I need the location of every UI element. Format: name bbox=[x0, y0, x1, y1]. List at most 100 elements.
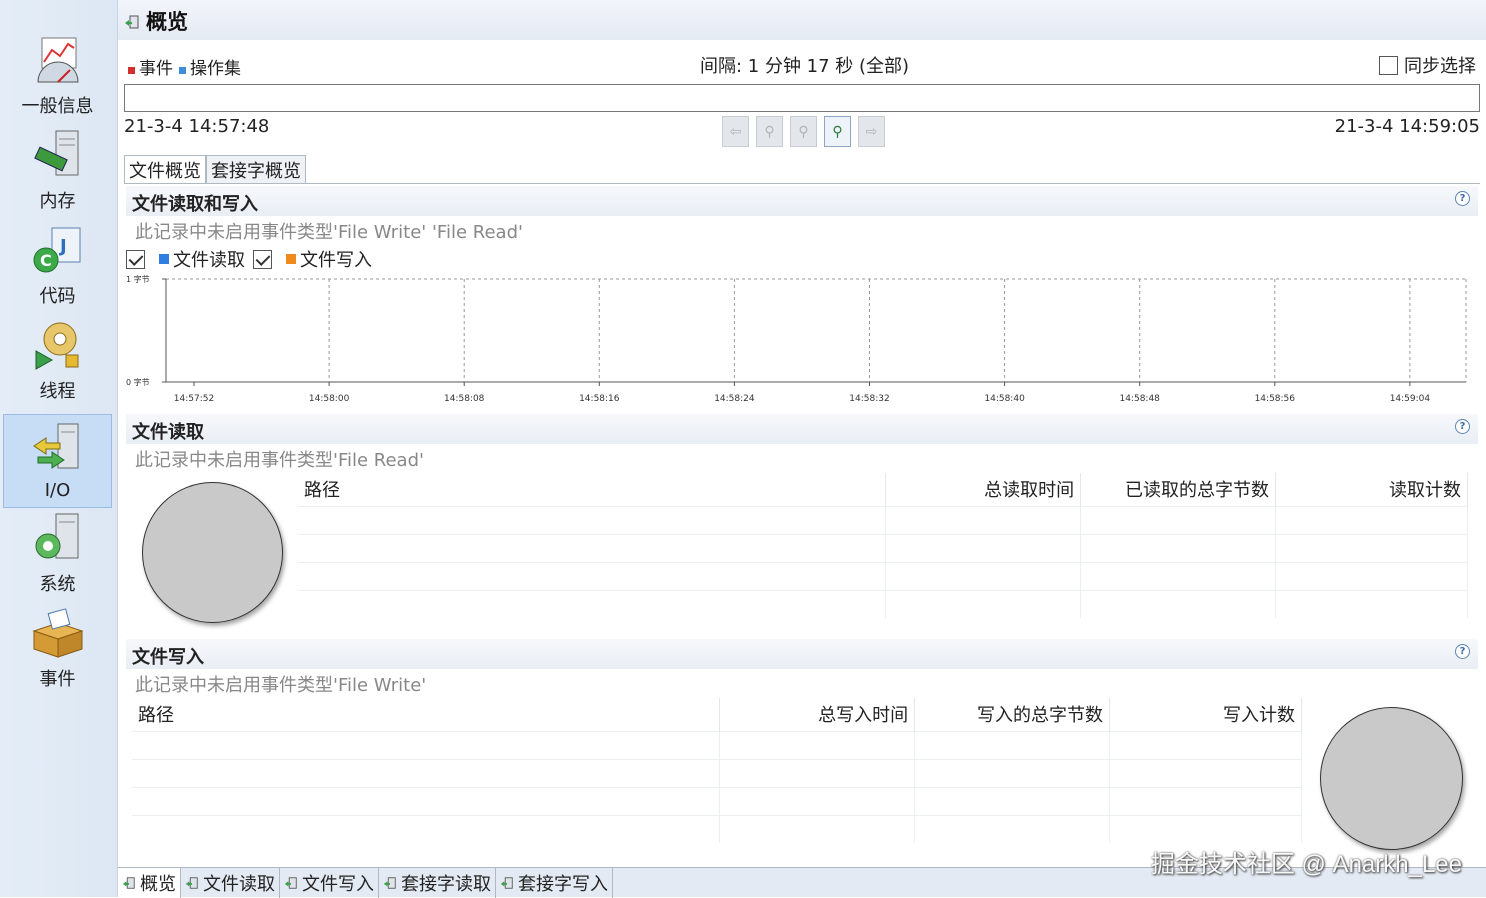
tab-label: 套接字读取 bbox=[401, 874, 491, 895]
range-end-time: 21-3-4 14:59:05 bbox=[1334, 116, 1480, 137]
svg-text:J: J bbox=[58, 236, 67, 257]
column-total-read-time[interactable]: 总读取时间 bbox=[885, 473, 1082, 506]
help-icon[interactable]: ? bbox=[1455, 644, 1470, 659]
dashboard-chart-icon bbox=[36, 37, 79, 83]
sidebar-item-label: 代码 bbox=[39, 286, 76, 307]
file-write-table: 路径 总写入时间 写入的总字节数 写入计数 bbox=[132, 698, 1302, 843]
page-title: 概览 bbox=[146, 10, 188, 34]
legend-operation-set: 操作集 bbox=[179, 54, 241, 79]
help-icon[interactable]: ? bbox=[1455, 191, 1470, 206]
help-icon[interactable]: ? bbox=[1455, 419, 1470, 434]
file-read-legend-label: 文件读取 bbox=[173, 250, 245, 271]
file-read-write-section: 文件读取和写入 ? 此记录中未启用事件类型'File Write' 'File … bbox=[126, 186, 1478, 246]
events-box-icon bbox=[31, 608, 84, 658]
section-subtitle: 此记录中未启用事件类型'File Write' 'File Read' bbox=[135, 222, 523, 243]
scroll-left-button[interactable]: ⇦ bbox=[722, 116, 749, 147]
x-tick-label: 14:58:16 bbox=[579, 394, 620, 404]
y-tick-label: 1 字节 bbox=[126, 274, 150, 284]
file-read-section: 文件读取 ? 此记录中未启用事件类型'File Read' bbox=[126, 414, 1478, 474]
sidebar-item-label: 线程 bbox=[39, 381, 76, 402]
table-row bbox=[298, 533, 1468, 562]
column-total-write-time[interactable]: 总写入时间 bbox=[719, 698, 916, 731]
checkbox-box[interactable] bbox=[1379, 55, 1398, 75]
tab-socket-overview[interactable]: 套接字概览 bbox=[206, 155, 306, 183]
memory-server-icon bbox=[33, 130, 78, 176]
section-title: 文件读取 bbox=[132, 422, 204, 443]
table-header-row: 路径 总写入时间 写入的总字节数 写入计数 bbox=[132, 698, 1302, 731]
bottom-tab-socket-write[interactable]: 套接字写入 bbox=[496, 868, 613, 898]
file-write-checkbox[interactable] bbox=[253, 249, 272, 269]
sidebar-item-label: I/O bbox=[44, 480, 71, 501]
section-header: 文件读取 ? bbox=[126, 414, 1478, 444]
events-color-swatch bbox=[128, 67, 135, 74]
y-tick-label: 0 字节 bbox=[126, 377, 150, 387]
sidebar-item-events[interactable]: 事件 bbox=[3, 603, 112, 697]
zoom-reset-button[interactable]: ⚲ bbox=[790, 116, 817, 147]
svg-text:C: C bbox=[40, 251, 52, 270]
zoom-in-icon: ⚲ bbox=[832, 123, 843, 140]
x-tick-label: 14:58:00 bbox=[309, 394, 350, 404]
sidebar-item-memory[interactable]: 内存 bbox=[3, 125, 112, 219]
overview-page-icon bbox=[125, 15, 139, 29]
column-total-bytes-written[interactable]: 写入的总字节数 bbox=[914, 698, 1111, 731]
table-row bbox=[298, 589, 1468, 618]
column-path[interactable]: 路径 bbox=[132, 698, 721, 731]
tab-label: 文件读取 bbox=[203, 874, 275, 895]
timeline-range-bar[interactable] bbox=[124, 84, 1480, 112]
sidebar-item-label: 系统 bbox=[39, 574, 76, 595]
column-write-count[interactable]: 写入计数 bbox=[1109, 698, 1302, 731]
range-nav-toolbar: ⇦ ⚲ ⚲ ⚲ ⇨ bbox=[722, 116, 885, 147]
socket-write-page-icon bbox=[500, 877, 513, 889]
sidebar-item-general[interactable]: 一般信息 bbox=[3, 30, 112, 124]
section-subtitle: 此记录中未启用事件类型'File Write' bbox=[135, 675, 427, 696]
sidebar-item-label: 一般信息 bbox=[21, 96, 94, 117]
zoom-out-button[interactable]: ⚲ bbox=[756, 116, 783, 147]
sidebar-item-label: 事件 bbox=[39, 669, 76, 690]
section-subtitle: 此记录中未启用事件类型'File Read' bbox=[135, 450, 424, 471]
column-path[interactable]: 路径 bbox=[298, 473, 887, 506]
arrow-right-icon: ⇨ bbox=[865, 123, 878, 140]
table-row bbox=[298, 505, 1468, 534]
sync-select-label: 同步选择 bbox=[1404, 56, 1476, 77]
bottom-tab-file-write[interactable]: 文件写入 bbox=[280, 868, 379, 898]
file-write-section: 文件写入 ? 此记录中未启用事件类型'File Write' bbox=[126, 639, 1478, 699]
sidebar-item-io[interactable]: I/O bbox=[3, 414, 112, 508]
section-title: 文件写入 bbox=[132, 647, 204, 668]
table-row bbox=[132, 814, 1302, 843]
sync-select-checkbox[interactable]: 同步选择 bbox=[1379, 52, 1476, 78]
x-tick-label: 14:58:48 bbox=[1119, 394, 1160, 404]
zoom-in-button[interactable]: ⚲ bbox=[824, 116, 851, 147]
thread-gear-icon bbox=[35, 322, 78, 370]
sidebar-item-code[interactable]: J C 代码 bbox=[3, 220, 112, 314]
arrow-left-icon: ⇦ bbox=[729, 123, 742, 140]
file-write-page-icon bbox=[284, 877, 297, 889]
table-header-row: 路径 总读取时间 已读取的总字节数 读取计数 bbox=[298, 473, 1468, 506]
socket-read-page-icon bbox=[383, 877, 396, 889]
scroll-right-button[interactable]: ⇨ bbox=[858, 116, 885, 147]
file-write-pie-chart bbox=[1320, 707, 1463, 850]
operation-set-color-swatch bbox=[179, 67, 186, 74]
x-tick-label: 14:57:52 bbox=[174, 394, 214, 404]
sidebar-item-threads[interactable]: 线程 bbox=[3, 315, 112, 409]
x-tick-label: 14:58:24 bbox=[714, 394, 755, 404]
x-tick-label: 14:59:04 bbox=[1390, 394, 1431, 404]
tab-label: 概览 bbox=[140, 874, 176, 895]
file-write-legend-label: 文件写入 bbox=[300, 250, 372, 271]
file-read-pie-chart bbox=[142, 482, 283, 623]
column-total-bytes-read[interactable]: 已读取的总字节数 bbox=[1080, 473, 1277, 506]
tab-file-overview[interactable]: 文件概览 bbox=[124, 155, 206, 183]
x-tick-label: 14:58:32 bbox=[849, 394, 889, 404]
timeline-legend: 事件 操作集 bbox=[128, 54, 241, 79]
tab-label: 套接字写入 bbox=[518, 874, 608, 895]
sidebar-item-system[interactable]: 系统 bbox=[3, 508, 112, 602]
bottom-tab-socket-read[interactable]: 套接字读取 bbox=[379, 868, 496, 898]
bottom-tab-file-read[interactable]: 文件读取 bbox=[181, 868, 280, 898]
table-row bbox=[132, 786, 1302, 815]
column-read-count[interactable]: 读取计数 bbox=[1275, 473, 1468, 506]
range-start-time: 21-3-4 14:57:48 bbox=[124, 116, 270, 137]
sidebar: 一般信息 内存 J C 代码 线程 I/O 系统 事件 bbox=[0, 0, 118, 897]
file-read-checkbox[interactable] bbox=[126, 249, 145, 269]
bottom-tab-overview[interactable]: 概览 bbox=[118, 868, 181, 898]
file-read-page-icon bbox=[185, 877, 198, 889]
file-read-table: 路径 总读取时间 已读取的总字节数 读取计数 bbox=[298, 473, 1468, 618]
